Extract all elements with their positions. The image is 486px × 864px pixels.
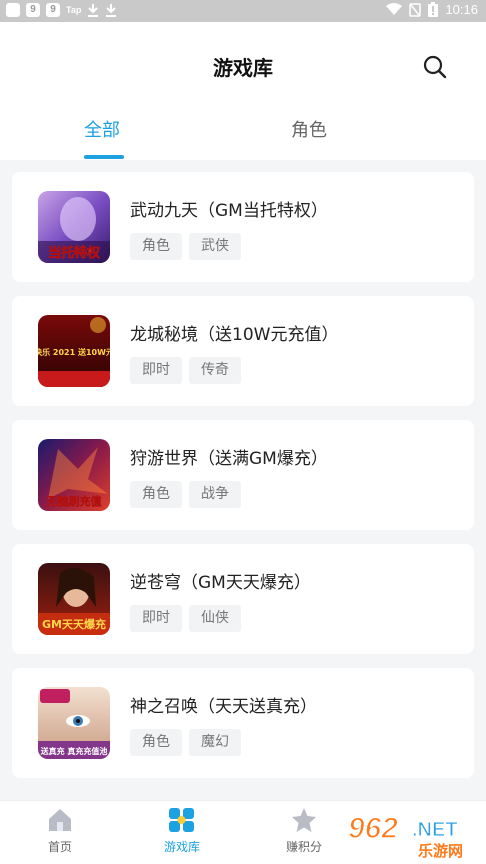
game-tag: 武侠: [189, 233, 241, 260]
cover-text: GM天天爆充: [42, 617, 106, 631]
header: 游戏库 全部 角色: [0, 22, 486, 160]
game-tag: 传奇: [189, 357, 241, 384]
game-cover[interactable]: 送真充 真充充值池: [38, 687, 110, 759]
game-cover[interactable]: 无脑刷充值: [38, 439, 110, 511]
cover-text: 无脑刷充值: [46, 494, 102, 508]
search-icon: [423, 55, 447, 79]
game-tags: 角色 战争: [130, 481, 241, 508]
game-tags: 即时 仙侠: [130, 605, 241, 632]
tab-active-indicator: [84, 155, 124, 159]
game-card[interactable]: 当托特权 武动九天（GM当托特权） 角色 武侠: [12, 172, 474, 282]
nav-earn-points[interactable]: 赚积分: [264, 807, 344, 855]
game-tag: 即时: [130, 357, 182, 384]
tap-icon: Tap: [66, 5, 82, 15]
status-right: 10:16: [386, 2, 478, 17]
game-tag: 仙侠: [189, 605, 241, 632]
game-name[interactable]: 龙城秘境（送10W元充值）: [130, 320, 338, 345]
download-icon-2: [106, 4, 117, 17]
game-card[interactable]: 新年快乐 2021 送10W元充值 龙城秘境（送10W元充值） 即时 传奇: [12, 296, 474, 406]
tab-role[interactable]: 角色: [291, 116, 327, 142]
watermark-sub: 乐游网: [418, 842, 463, 860]
game-name[interactable]: 狩游世界（送满GM爆充）: [130, 444, 328, 469]
game-tag: 即时: [130, 605, 182, 632]
watermark-brand: 962: [348, 812, 398, 845]
notification-nine-icon-2: 9: [46, 3, 60, 17]
game-tags: 角色 魔幻: [130, 729, 241, 756]
game-cover[interactable]: 当托特权: [38, 191, 110, 263]
game-cover[interactable]: 新年快乐 2021 送10W元充值: [38, 315, 110, 387]
game-card[interactable]: GM天天爆充 逆苍穹（GM天天爆充） 即时 仙侠: [12, 544, 474, 654]
battery-icon: [428, 2, 439, 17]
search-button[interactable]: [420, 52, 450, 82]
status-bar: 9 9 Tap 10:16: [0, 0, 486, 22]
notification-square-icon: [6, 3, 20, 17]
game-tag: 魔幻: [189, 729, 241, 756]
cover-text: 当托特权: [48, 245, 101, 261]
game-name[interactable]: 武动九天（GM当托特权）: [130, 196, 328, 221]
game-tag: 角色: [130, 729, 182, 756]
cover-text: 新年快乐 2021 送10W元充值: [38, 347, 110, 357]
game-tags: 即时 传奇: [130, 357, 241, 384]
cover-text: 送真充 真充充值池: [40, 746, 108, 756]
game-tag: 战争: [189, 481, 241, 508]
status-time: 10:16: [445, 2, 478, 17]
game-library-icon: [169, 808, 194, 832]
watermark-suffix: .NET: [412, 819, 458, 841]
nav-game-library[interactable]: 游戏库: [142, 807, 222, 855]
game-list: 当托特权 武动九天（GM当托特权） 角色 武侠 新年快乐 2021 送10W元充…: [12, 172, 474, 792]
game-card[interactable]: 送真充 真充充值池 神之召唤（天天送真充） 角色 魔幻: [12, 668, 474, 778]
no-sim-icon: [409, 2, 422, 17]
game-tags: 角色 武侠: [130, 233, 241, 260]
home-icon: [49, 809, 71, 831]
wifi-icon: [386, 3, 403, 15]
game-tag: 角色: [130, 233, 182, 260]
game-card[interactable]: 无脑刷充值 狩游世界（送满GM爆充） 角色 战争: [12, 420, 474, 530]
page-title: 游戏库: [213, 56, 273, 80]
game-name[interactable]: 逆苍穹（GM天天爆充）: [130, 568, 311, 593]
game-name[interactable]: 神之召唤（天天送真充）: [130, 692, 317, 717]
nav-label-earn-points: 赚积分: [285, 840, 322, 854]
status-left-icons: 9 9 Tap: [6, 3, 117, 17]
site-watermark: 962 .NET 乐游网: [346, 808, 482, 860]
tab-all[interactable]: 全部: [84, 116, 120, 142]
game-cover[interactable]: GM天天爆充: [38, 563, 110, 635]
nav-home[interactable]: 首页: [20, 807, 100, 855]
notification-nine-icon: 9: [26, 3, 40, 17]
nav-label-game-library: 游戏库: [163, 840, 200, 854]
nav-label-home: 首页: [47, 840, 72, 854]
star-icon: [292, 808, 316, 832]
game-tag: 角色: [130, 481, 182, 508]
download-icon: [88, 4, 99, 17]
